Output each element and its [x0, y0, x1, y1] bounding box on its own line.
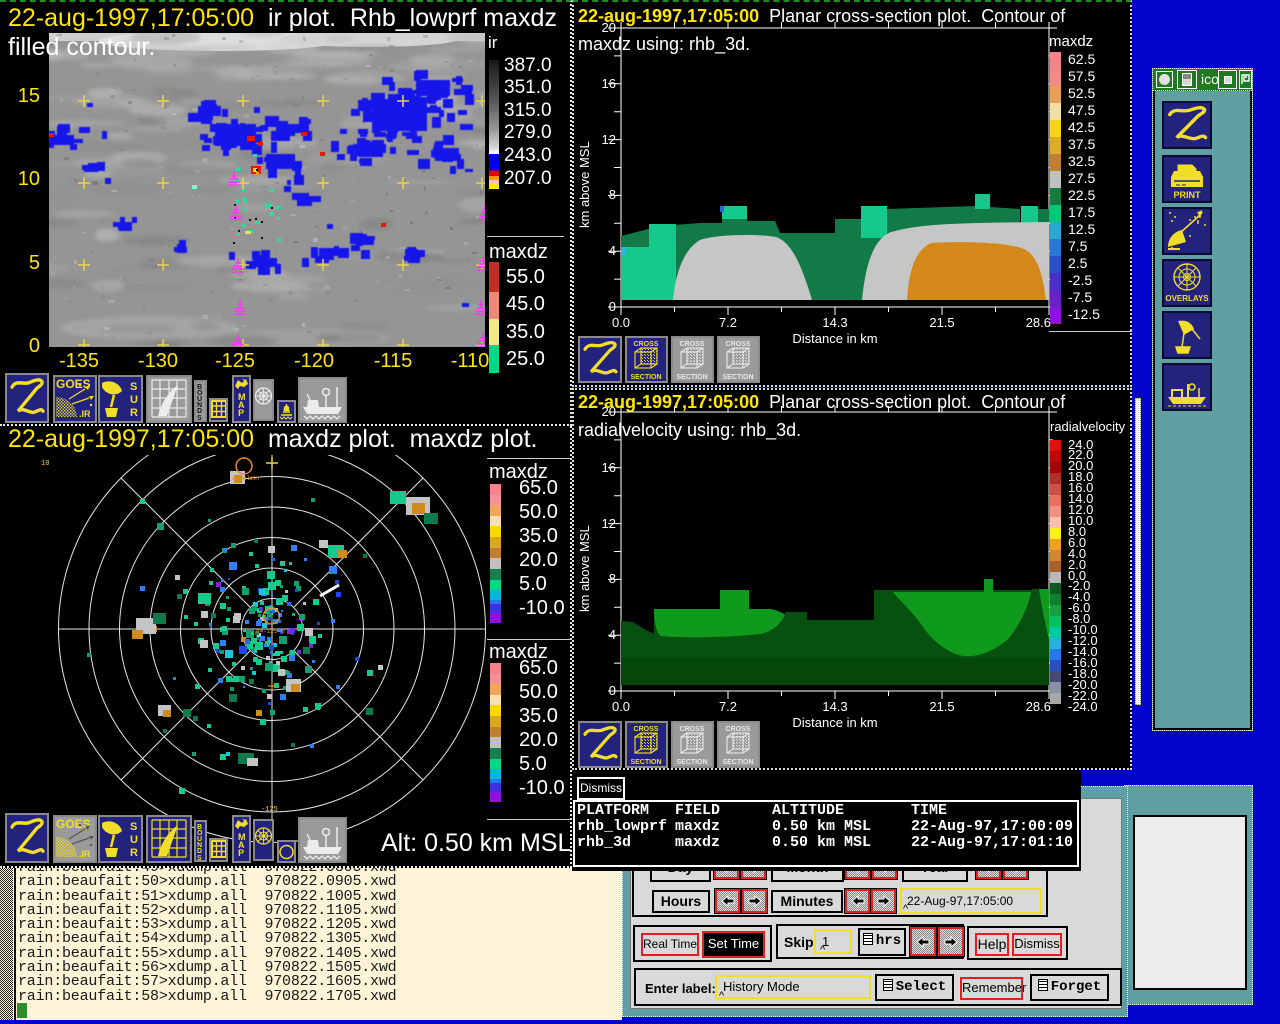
svg-text:SECTION: SECTION — [630, 374, 661, 381]
svg-text:Distance in km: Distance in km — [792, 715, 877, 730]
svg-text:SECTION: SECTION — [630, 759, 661, 766]
svg-text:7.2: 7.2 — [719, 699, 737, 714]
svg-text:.IR: .IR — [79, 409, 91, 419]
svg-text:21.5: 21.5 — [929, 315, 954, 330]
svg-text:S: S — [130, 821, 137, 833]
svg-text:U: U — [130, 394, 138, 406]
svg-text:SECTION: SECTION — [676, 759, 707, 766]
svg-text:OVERLAYS: OVERLAYS — [1165, 294, 1209, 303]
svg-text:16: 16 — [602, 76, 616, 91]
svg-text:Distance in km: Distance in km — [792, 331, 877, 346]
svg-text:CROSS: CROSS — [726, 726, 751, 733]
svg-text:D: D — [197, 408, 202, 415]
svg-text:28.6: 28.6 — [1026, 315, 1051, 330]
svg-text:D: D — [197, 848, 202, 855]
svg-text:-125: -125 — [261, 806, 278, 814]
svg-text:U: U — [130, 834, 138, 846]
svg-text:CROSS: CROSS — [634, 341, 659, 348]
svg-text:0.0: 0.0 — [612, 699, 630, 714]
svg-text:km above MSL: km above MSL — [577, 525, 592, 612]
svg-text:10: 10 — [41, 460, 49, 468]
svg-text:R: R — [130, 407, 138, 419]
svg-text:0: 0 — [609, 299, 616, 314]
svg-text:CROSS: CROSS — [680, 341, 705, 348]
svg-text:0: 0 — [609, 683, 616, 698]
svg-text:12: 12 — [602, 516, 616, 531]
svg-text:b<-125-8: b<-125-8 — [256, 628, 285, 635]
svg-text:P: P — [238, 848, 244, 858]
svg-text:0.0: 0.0 — [612, 315, 630, 330]
svg-text:21.5: 21.5 — [929, 699, 954, 714]
svg-text:S: S — [197, 855, 202, 860]
svg-text:12: 12 — [602, 132, 616, 147]
svg-text:14.3: 14.3 — [822, 699, 847, 714]
svg-text:28.6: 28.6 — [1026, 699, 1051, 714]
svg-text:CROSS: CROSS — [726, 341, 751, 348]
svg-text:GOES: GOES — [56, 817, 91, 831]
svg-text:16: 16 — [602, 460, 616, 475]
svg-text:PRINT: PRINT — [1174, 190, 1202, 200]
svg-text:8: 8 — [609, 571, 616, 586]
svg-text:SECTION: SECTION — [722, 374, 753, 381]
svg-text:km above MSL: km above MSL — [577, 141, 592, 228]
svg-text:4: 4 — [609, 243, 616, 258]
svg-text:.IR: .IR — [79, 849, 91, 859]
svg-text:4: 4 — [609, 627, 616, 642]
svg-text:7.2: 7.2 — [719, 315, 737, 330]
svg-text:R: R — [130, 847, 138, 859]
svg-text:GOES: GOES — [56, 377, 91, 391]
svg-text:SECTION: SECTION — [722, 759, 753, 766]
svg-text:P: P — [238, 408, 244, 418]
svg-text:S: S — [130, 381, 137, 393]
svg-text:CROSS: CROSS — [634, 726, 659, 733]
svg-text:CROSS: CROSS — [680, 726, 705, 733]
svg-text:S: S — [197, 415, 202, 420]
svg-text:14.3: 14.3 — [822, 315, 847, 330]
svg-text:wheelmkr: wheelmkr — [232, 475, 261, 482]
svg-text:8: 8 — [609, 187, 616, 202]
svg-text:SECTION: SECTION — [676, 374, 707, 381]
